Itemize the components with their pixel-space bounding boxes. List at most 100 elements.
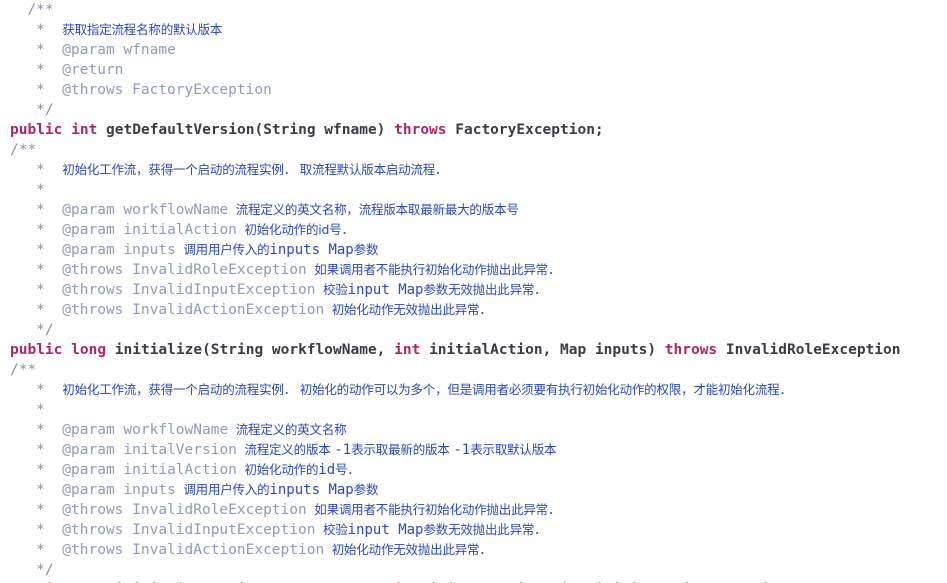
code-line[interactable]: * @param initialAction 初始化动作的id号． — [0, 220, 947, 240]
code-token-cn: 调用用户传入的 — [175, 242, 270, 257]
code-token-tag: @param — [62, 482, 115, 498]
code-token-tagval: InvalidActionException — [123, 542, 325, 558]
code-token-cmt: * — [36, 282, 63, 298]
code-token-cn: 参数无效抛出此异常． — [423, 282, 547, 297]
code-line[interactable]: * @param inputs 调用用户传入的inputs Map参数 — [0, 480, 947, 500]
code-token-cn: 流程定义的英文名称 — [228, 422, 347, 437]
code-line[interactable]: * — [0, 180, 947, 200]
code-token-kw: throws — [394, 122, 447, 138]
code-token-cmt: * — [36, 382, 63, 398]
code-line[interactable]: * @param workflowName 流程定义的英文名称 — [0, 420, 947, 440]
code-token-tagval: wfname — [114, 42, 176, 58]
code-token-tagval: initialAction — [114, 462, 237, 478]
code-line[interactable]: * 获取指定流程名称的默认版本 — [0, 20, 947, 40]
code-token-tag: @throws — [62, 82, 124, 98]
code-line[interactable]: public long initialize(String workflowNa… — [0, 340, 947, 360]
code-token-cmt: /** — [10, 362, 37, 378]
code-token-tag: @param — [62, 242, 115, 258]
code-token-cn: 参数 — [353, 482, 379, 497]
code-line[interactable]: * @throws InvalidRoleException 如果调用者不能执行… — [0, 260, 947, 280]
code-token-cmt: */ — [36, 102, 54, 118]
code-token-cn: 初始化工作流，获得一个启动的流程实例． 取流程默认版本启动流程． — [62, 162, 448, 177]
code-line[interactable]: * @throws InvalidActionException 初始化动作无效… — [0, 300, 947, 320]
code-line[interactable]: /** — [0, 140, 947, 160]
code-token-cn: 初始化工作流，获得一个启动的流程实例． 初始化的动作可以为多个，但是调用者必须要… — [62, 382, 792, 397]
code-token-cmt: /** — [27, 2, 54, 18]
code-token-tagval: InvalidInputException — [123, 522, 316, 538]
code-line[interactable]: /** — [0, 360, 947, 380]
code-token-cn: 参数 — [353, 242, 379, 257]
code-line[interactable]: * @param initialAction 初始化动作的id号． — [0, 460, 947, 480]
code-token-tag: @throws — [62, 302, 124, 318]
code-token-kw: int — [394, 342, 421, 358]
code-line[interactable]: * @throws InvalidActionException 初始化动作无效… — [0, 540, 947, 560]
code-line[interactable]: /** — [0, 0, 947, 20]
code-token-tag: @param — [62, 442, 115, 458]
code-token-tagval: InvalidActionException — [123, 302, 325, 318]
code-token-tag: @throws — [62, 502, 124, 518]
code-token-tagval: inputs — [114, 482, 176, 498]
code-token-tagval: initalVersion — [114, 442, 237, 458]
code-token-cn-mono: -1 — [334, 442, 352, 458]
code-line[interactable]: */ — [0, 320, 947, 340]
code-token-kw: public — [10, 122, 63, 138]
code-editor-view[interactable]: /** * 获取指定流程名称的默认版本 * @param wfname * @retu… — [0, 0, 947, 583]
code-token-tagval: workflowName — [114, 422, 229, 438]
code-token-plain: getDefaultVersion(String wfname) — [97, 122, 395, 138]
code-line[interactable]: * @param wfname — [0, 40, 947, 60]
code-token-cmt: * — [36, 542, 63, 558]
code-line[interactable]: * 初始化工作流，获得一个启动的流程实例． 取流程默认版本启动流程． — [0, 160, 947, 180]
code-line[interactable]: */ — [0, 560, 947, 580]
code-token-cn-mono: input Map — [347, 282, 424, 298]
code-token-cn: 初始化动作的id号． — [236, 222, 354, 237]
code-token-cn: 获取指定流程名称的默认版本 — [62, 22, 223, 37]
code-token-cn: 调用用户传入的 — [175, 482, 270, 497]
code-token-cmt: * — [36, 242, 63, 258]
code-token-cn: 表示取默认版本 — [470, 442, 557, 457]
code-token-cmt: * — [36, 42, 63, 58]
code-token-cmt: * — [36, 62, 63, 78]
code-line[interactable]: * @throws InvalidRoleException 如果调用者不能执行… — [0, 500, 947, 520]
code-token-cn: 参数无效抛出此异常． — [423, 522, 547, 537]
code-line[interactable]: * @throws InvalidInputException 校验input … — [0, 520, 947, 540]
code-token-cmt: * — [36, 522, 63, 538]
code-token-cmt: * — [36, 482, 63, 498]
code-line[interactable]: public int getDefaultVersion(String wfna… — [0, 120, 947, 140]
code-token-cmt: * — [36, 162, 63, 178]
code-token-tagval: InvalidRoleException — [123, 502, 307, 518]
code-line[interactable]: * @throws FactoryException — [0, 80, 947, 100]
code-token-tag: @return — [62, 62, 124, 78]
code-line[interactable]: * @param workflowName 流程定义的英文名称，流程版本取最新最… — [0, 200, 947, 220]
code-token-cmt: * — [36, 262, 63, 278]
code-token-cn: 校验 — [315, 522, 348, 537]
code-token-tagval: inputs — [114, 242, 176, 258]
code-token-tag: @throws — [62, 542, 124, 558]
code-token-cn: 流程定义的版本 — [236, 442, 335, 457]
code-line[interactable]: * @param initalVersion 流程定义的版本 -1表示取最新的版… — [0, 440, 947, 460]
code-token-cn-mono: input Map — [347, 522, 424, 538]
code-line[interactable]: * — [0, 400, 947, 420]
code-token-cmt: * — [36, 502, 63, 518]
code-token-tag: @throws — [62, 282, 124, 298]
code-line[interactable]: * 初始化工作流，获得一个启动的流程实例． 初始化的动作可以为多个，但是调用者必… — [0, 380, 947, 400]
code-token-cmt: * — [36, 462, 63, 478]
code-token-cn-mono: -1 — [453, 442, 471, 458]
code-token-cn: 如果调用者不能执行初始化动作抛出此异常． — [306, 502, 561, 517]
code-token-tagval: InvalidInputException — [123, 282, 316, 298]
code-token-tag: @param — [62, 42, 115, 58]
code-token-tagval: FactoryException — [123, 82, 272, 98]
code-token-cn: 流程定义的英文名称，流程版本取最新最大的版本号 — [228, 202, 519, 217]
code-token-tag: @param — [62, 422, 115, 438]
code-token-plain: initialAction, Map inputs) — [420, 342, 665, 358]
code-token-kw: long — [71, 342, 107, 358]
code-line[interactable]: * @return — [0, 60, 947, 80]
code-line[interactable]: */ — [0, 100, 947, 120]
code-token-tag: @param — [62, 222, 115, 238]
code-token-cmt: * — [36, 182, 45, 198]
code-line[interactable]: * @param inputs 调用用户传入的inputs Map参数 — [0, 240, 947, 260]
code-token-cmt: * — [36, 202, 63, 218]
code-line[interactable]: * @throws InvalidInputException 校验input … — [0, 280, 947, 300]
code-token-plain: initialize(String workflowName, — [106, 342, 395, 358]
